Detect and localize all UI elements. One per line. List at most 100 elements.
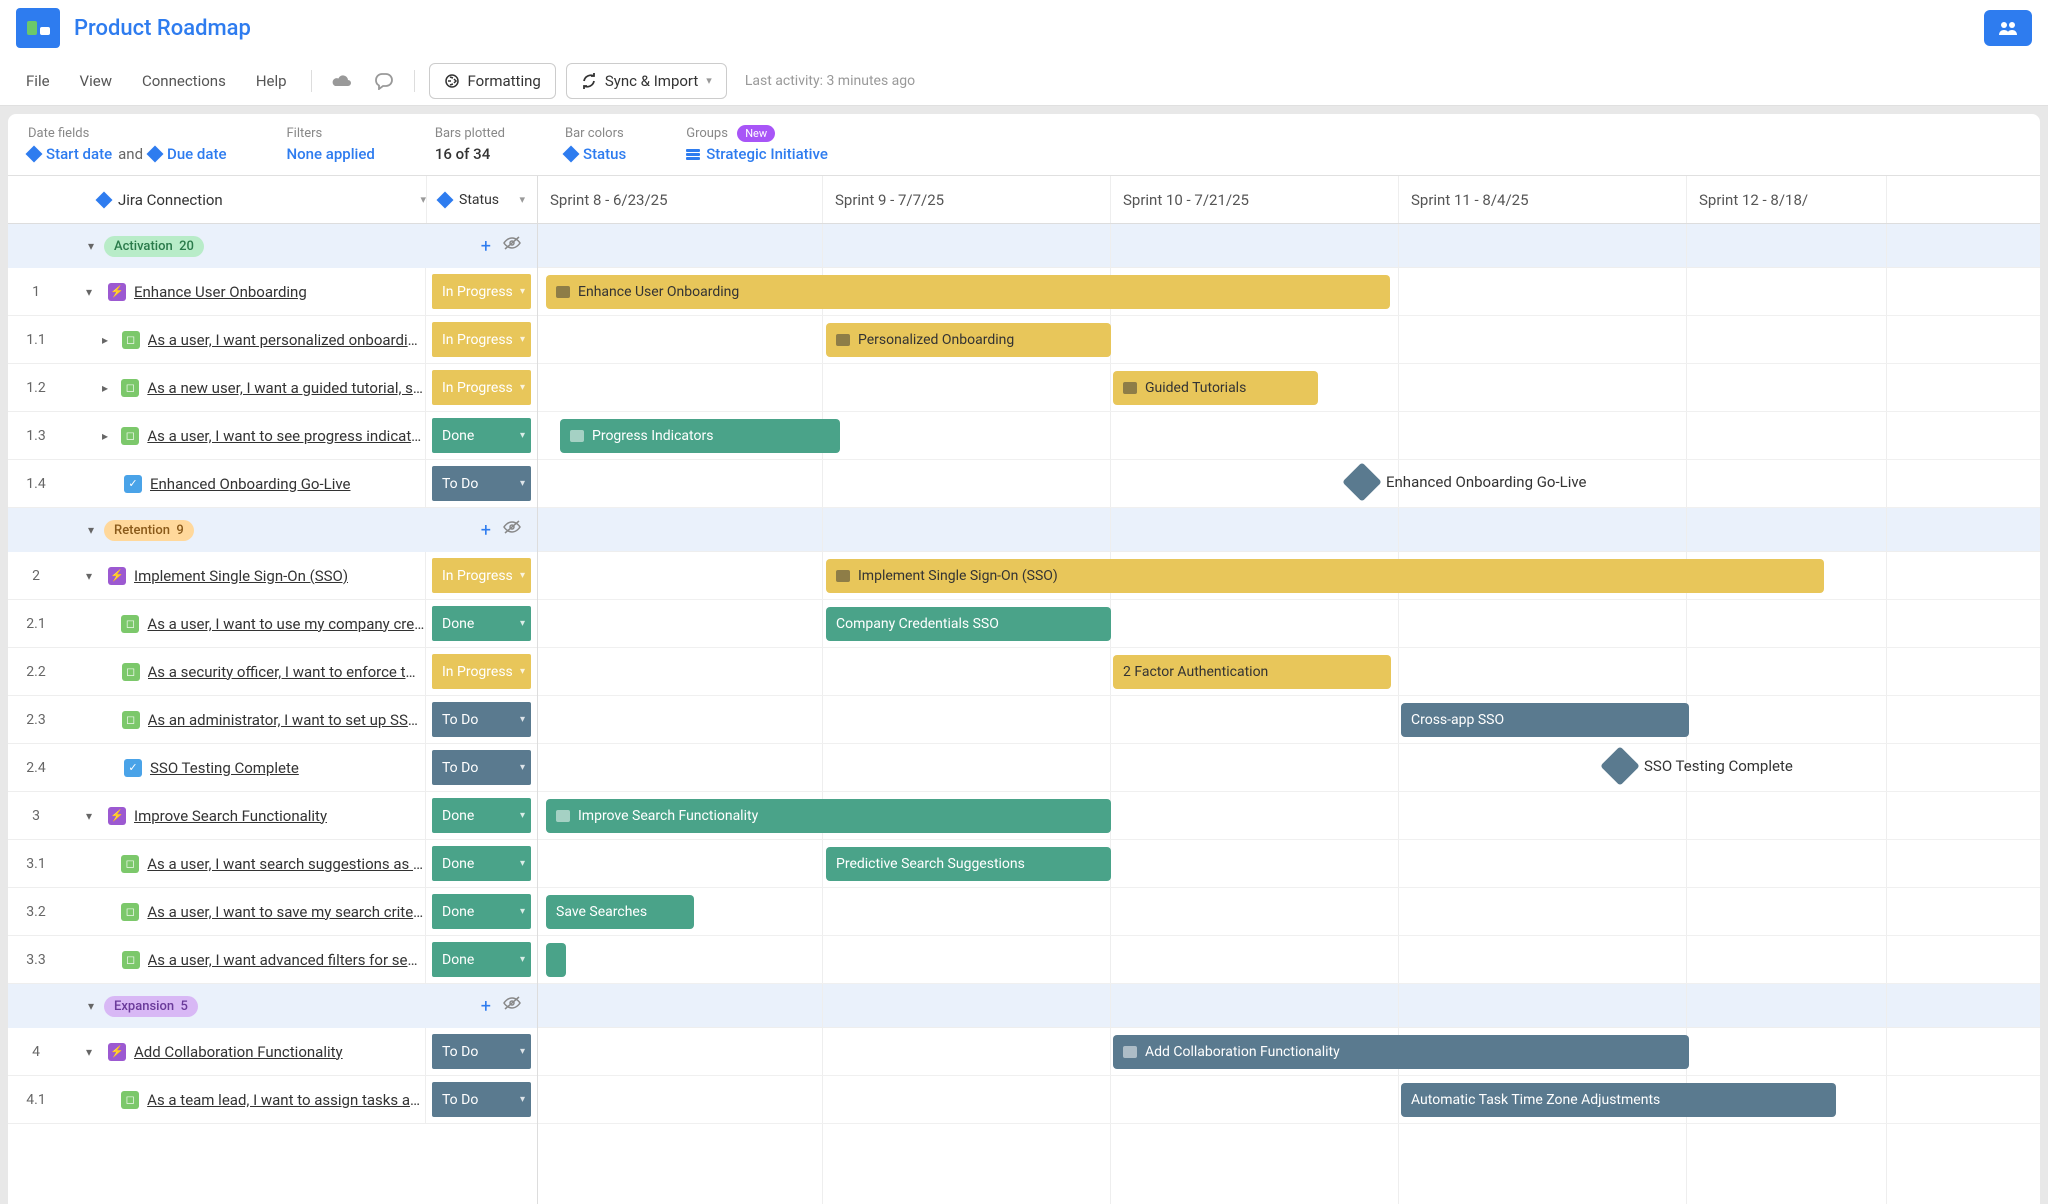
status-select[interactable]: Done [432, 894, 531, 929]
group-collapse-caret[interactable]: ▾ [88, 999, 94, 1013]
timeline-bar[interactable]: Personalized Onboarding [826, 323, 1111, 357]
status-select[interactable]: In Progress [432, 654, 531, 689]
comment-icon[interactable] [368, 65, 400, 97]
timeline-bar[interactable]: Predictive Search Suggestions [826, 847, 1111, 881]
bars-plotted-value[interactable]: 16 of 34 [435, 145, 505, 163]
group-pill[interactable]: Expansion 5 [104, 996, 198, 1017]
timeline-bar[interactable]: Guided Tutorials [1113, 371, 1318, 405]
task-icon: ✓ [124, 475, 142, 493]
menu-file[interactable]: File [16, 66, 60, 96]
date-fields-value[interactable]: Start date and Due date [28, 145, 227, 163]
expand-caret[interactable]: ▸ [102, 429, 113, 443]
group-collapse-caret[interactable]: ▾ [88, 523, 94, 537]
filters-label: Filters [287, 126, 375, 141]
cloud-icon[interactable] [326, 65, 358, 97]
hide-icon[interactable] [503, 996, 521, 1017]
timeline-bar[interactable]: Cross-app SSO [1401, 703, 1689, 737]
timeline-bar[interactable]: 2 Factor Authentication [1113, 655, 1391, 689]
timeline-bar[interactable]: Add Collaboration Functionality [1113, 1035, 1689, 1069]
status-select[interactable]: Done [432, 418, 531, 453]
item-title[interactable]: Implement Single Sign-On (SSO) [134, 567, 348, 585]
status-column-header[interactable]: Status ▾ [426, 176, 537, 223]
sync-import-button[interactable]: Sync & Import ▾ [566, 63, 727, 99]
item-title[interactable]: As a team lead, I want to assign tasks a… [147, 1091, 425, 1109]
item-title[interactable]: As a user, I want search suggestions as … [147, 855, 425, 873]
item-title[interactable]: As a new user, I want a guided tutorial,… [147, 379, 425, 397]
status-select[interactable]: Done [432, 846, 531, 881]
item-title[interactable]: As a user, I want advanced filters for s… [148, 951, 425, 969]
status-select[interactable]: To Do [432, 1082, 531, 1117]
hide-icon[interactable] [503, 520, 521, 541]
formatting-button[interactable]: Formatting [429, 63, 556, 99]
filters-value[interactable]: None applied [287, 145, 375, 163]
status-select[interactable]: Done [432, 942, 531, 977]
timeline-bar[interactable]: Company Credentials SSO [826, 607, 1111, 641]
status-select[interactable]: In Progress [432, 322, 531, 357]
sprint-header[interactable]: Sprint 11 - 8/4/25 [1399, 176, 1687, 223]
add-item-icon[interactable]: + [481, 996, 491, 1017]
sprint-header[interactable]: Sprint 10 - 7/21/25 [1111, 176, 1399, 223]
sprint-header[interactable]: Sprint 9 - 7/7/25 [823, 176, 1111, 223]
collapse-caret[interactable]: ▾ [86, 569, 100, 583]
item-title[interactable]: As a user, I want to save my search crit… [147, 903, 425, 921]
add-item-icon[interactable]: + [481, 520, 491, 541]
item-title[interactable]: As a user, I want to see progress indica… [147, 427, 425, 445]
row-number: 1.4 [8, 460, 64, 507]
add-item-icon[interactable]: + [481, 236, 491, 257]
page-title[interactable]: Product Roadmap [74, 16, 251, 41]
group-collapse-caret[interactable]: ▾ [88, 239, 94, 253]
timeline-bar[interactable]: Implement Single Sign-On (SSO) [826, 559, 1824, 593]
status-select[interactable]: To Do [432, 750, 531, 785]
status-select[interactable]: In Progress [432, 274, 531, 309]
status-select[interactable]: In Progress [432, 370, 531, 405]
chevron-down-icon: ▾ [519, 193, 525, 206]
status-select[interactable]: To Do [432, 1034, 531, 1069]
timeline-bar[interactable]: Improve Search Functionality [546, 799, 1111, 833]
menu-help[interactable]: Help [246, 66, 297, 96]
sprint-header[interactable]: Sprint 12 - 8/18/ [1687, 176, 1887, 223]
collapse-caret[interactable]: ▾ [86, 809, 100, 823]
item-title[interactable]: Improve Search Functionality [134, 807, 327, 825]
item-title[interactable]: Add Collaboration Functionality [134, 1043, 343, 1061]
expand-caret[interactable]: ▸ [102, 333, 114, 347]
item-title[interactable]: Enhance User Onboarding [134, 283, 307, 301]
last-activity: Last activity: 3 minutes ago [745, 73, 915, 89]
item-title[interactable]: As an administrator, I want to set up SS… [148, 711, 425, 729]
timeline-bar[interactable]: Progress Indicators [560, 419, 840, 453]
row-number: 1 [8, 268, 64, 315]
status-select[interactable]: To Do [432, 702, 531, 737]
status-select[interactable]: In Progress [432, 558, 531, 593]
timeline-bar[interactable]: Automatic Task Time Zone Adjustments [1401, 1083, 1836, 1117]
timeline-bar[interactable] [546, 943, 566, 977]
group-pill[interactable]: Retention 9 [104, 520, 194, 541]
menu-view[interactable]: View [70, 66, 122, 96]
titlebar: Product Roadmap [0, 0, 2048, 56]
jira-column-header[interactable]: Jira Connection ▾ [8, 176, 426, 223]
sprint-header[interactable]: Sprint 8 - 6/23/25 [538, 176, 823, 223]
collapse-caret[interactable]: ▾ [86, 1045, 100, 1059]
milestone[interactable]: SSO Testing Complete [1606, 752, 1793, 780]
collapse-caret[interactable]: ▾ [86, 285, 100, 299]
groups-value[interactable]: Strategic Initiative [686, 145, 828, 163]
status-select[interactable]: Done [432, 606, 531, 641]
status-select[interactable]: Done [432, 798, 531, 833]
item-title[interactable]: As a security officer, I want to enforce… [148, 663, 425, 681]
timeline-bar[interactable]: Enhance User Onboarding [546, 275, 1390, 309]
item-title[interactable]: SSO Testing Complete [150, 759, 299, 777]
item-title[interactable]: As a user, I want personalized onboardin… [148, 331, 425, 349]
item-title[interactable]: As a user, I want to use my company cred… [147, 615, 425, 633]
diamond-icon [96, 191, 113, 208]
milestone[interactable]: Enhanced Onboarding Go-Live [1348, 468, 1587, 496]
group-pill[interactable]: Activation 20 [104, 236, 204, 257]
app-logo[interactable] [16, 8, 60, 48]
row-number: 3.2 [8, 888, 64, 935]
row-number: 4 [8, 1028, 64, 1075]
item-title[interactable]: Enhanced Onboarding Go-Live [150, 475, 351, 493]
share-button[interactable] [1984, 10, 2032, 46]
timeline-bar[interactable]: Save Searches [546, 895, 694, 929]
bar-colors-value[interactable]: Status [565, 145, 626, 163]
hide-icon[interactable] [503, 236, 521, 257]
menu-connections[interactable]: Connections [132, 66, 236, 96]
expand-caret[interactable]: ▸ [102, 381, 113, 395]
status-select[interactable]: To Do [432, 466, 531, 501]
